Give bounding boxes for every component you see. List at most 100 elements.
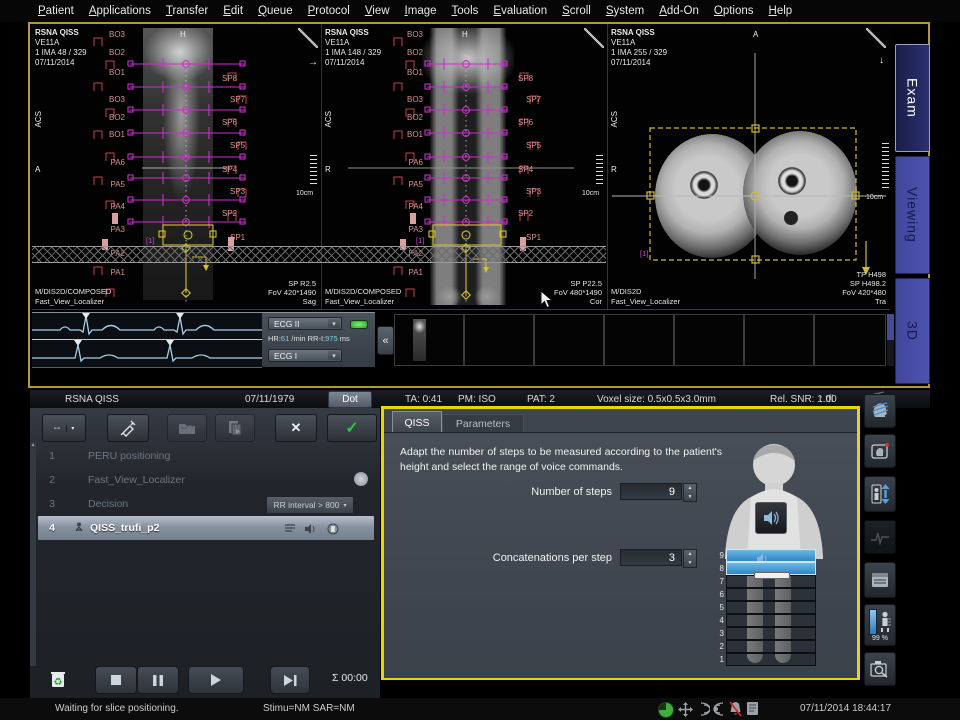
stop-button[interactable] [95,666,137,694]
ecg-lead-select-top[interactable]: ECG II▾ [268,317,342,330]
qiss-dialog: QISS Parameters Adapt the number of step… [381,406,860,680]
dropdown-arrow-icon[interactable]: ▾ [328,351,340,360]
step-row-9[interactable] [726,549,816,562]
menu-transfer[interactable]: Transfer [166,5,208,17]
table-position-button[interactable] [864,476,896,512]
series-thumbnail[interactable] [604,314,674,366]
copy-reference-icon[interactable] [326,523,340,535]
series-thumbnail[interactable] [744,314,814,366]
queue-row-3[interactable]: 3Decision RR interval > 800▾ [38,492,374,516]
dropdown-arrow-icon[interactable]: ▾ [66,425,74,432]
step-row-5[interactable] [726,601,816,614]
pan-right-arrow-icon[interactable]: → [308,57,318,68]
series-thumbnail[interactable] [464,314,534,366]
menu-options[interactable]: Options [714,5,754,17]
step-row-4[interactable] [726,614,816,627]
list-properties-icon[interactable] [284,524,296,534]
concatenations-value[interactable]: 3 [620,549,682,566]
disk-usage-icon [658,702,674,718]
play-button[interactable] [188,666,244,694]
step-ladder[interactable]: 9 8 7 6 5 4 3 2 1 [726,549,816,667]
ecg-waveform-lead1 [32,340,262,366]
number-of-steps-label: Number of steps [442,486,612,498]
corner-fold-icon[interactable] [298,28,318,48]
autoalign-head-button[interactable] [864,394,896,428]
series-thumbnail[interactable] [674,314,744,366]
menu-view[interactable]: View [365,5,390,17]
queue-row-2[interactable]: 2Fast_View_Localizer [38,468,374,492]
scale-ruler [310,155,317,187]
tab-viewing[interactable]: Viewing [895,156,930,274]
vp3-date: 07/11/2014 [611,58,650,67]
concatenations-stepper[interactable]: ▲▼ [683,549,697,568]
vp2-software: VE11A [325,38,349,47]
physio-display-button[interactable] [864,520,896,554]
dropdown-arrow-icon[interactable]: ▾ [343,502,346,509]
queue-row-4-selected[interactable]: 4 QISS_trufi_p2 [38,516,374,540]
more-options-button[interactable]: -- ▾ [42,414,86,442]
thumbnail-scrollbar[interactable] [887,314,894,366]
dropdown-arrow-icon[interactable]: ▾ [328,319,340,328]
vp3-scale-label: 10cm [866,193,883,203]
menu-scroll[interactable]: Scroll [562,5,591,17]
menu-help[interactable]: Help [769,5,793,17]
step-range-handle[interactable] [754,572,790,579]
menu-protocol[interactable]: Protocol [308,5,350,17]
tab-qiss[interactable]: QISS [392,411,442,433]
dot-button[interactable]: Dot [328,391,372,408]
voice-command-button[interactable] [755,502,787,534]
contrast-injection-button[interactable] [107,414,149,442]
menu-addon[interactable]: Add-On [659,5,699,17]
viewport-sagittal[interactable]: RSNA QISS VE11A 1 IMA 48 / 329 07/11/201… [32,25,320,308]
rr-interval-dropdown[interactable]: RR interval > 800▾ [266,496,354,514]
queue-row-1[interactable]: 1PERU positioning [38,444,374,468]
menu-system[interactable]: System [606,5,644,17]
step-row-6[interactable] [726,588,816,601]
menu-edit[interactable]: Edit [223,5,243,17]
collapse-strip-button[interactable]: « [377,326,394,355]
series-thumbnail[interactable] [534,314,604,366]
sar-monitor-button[interactable]: 99 % [864,604,896,646]
patient-name: RSNA QISS [65,394,119,405]
ecg-lead-select-bottom[interactable]: ECG I▾ [268,349,342,362]
stimulation-status: Stimu=NM SAR=NM [263,703,355,714]
open-protocol-button[interactable] [167,414,207,442]
voice-out-icon [698,701,710,717]
viewport-coronal[interactable]: RSNA QISS VE11A 1 IMA 148 / 329 07/11/20… [322,25,606,308]
menu-tools[interactable]: Tools [452,5,479,17]
tab-parameters[interactable]: Parameters [442,414,524,433]
sequence-running-icon [74,522,84,534]
vp3-patient: RSNA QISS [611,28,655,37]
menu-applications[interactable]: Applications [89,5,151,17]
step-row-2[interactable] [726,640,816,653]
tab-exam[interactable]: Exam [895,44,930,152]
viewport-axial[interactable]: RSNA QISS VE11A 1 IMA 255 / 329 07/11/20… [608,25,890,308]
number-of-steps-stepper[interactable]: ▲▼ [683,483,697,502]
menu-patient[interactable]: Patient [38,5,74,17]
voice-speaker-icon[interactable] [304,524,316,534]
confirm-button[interactable]: ✓ [327,414,377,442]
step-row-3[interactable] [726,627,816,640]
corner-fold-icon[interactable] [584,28,604,48]
menu-evaluation[interactable]: Evaluation [493,5,547,17]
step-row-1[interactable] [726,653,816,666]
pause-button[interactable] [137,666,179,694]
cancel-button[interactable]: ✕ [275,414,317,442]
skip-button[interactable] [270,666,310,694]
queue-scrollbar[interactable]: ▲ [30,442,36,666]
pan-down-arrow-icon[interactable]: ↓ [879,55,884,66]
report-icon [870,571,890,589]
voice-in-icon [712,701,726,717]
menu-image[interactable]: Image [405,5,437,17]
menu-queue[interactable]: Queue [258,5,293,17]
copy-protocol-button[interactable] [215,414,255,442]
head-coil-button[interactable] [864,434,896,468]
delete-measurement-button[interactable]: ♻ [46,666,70,692]
tab-3d[interactable]: 3D [895,278,930,384]
number-of-steps-value[interactable]: 9 [620,483,682,500]
corner-fold-icon[interactable] [866,28,886,48]
series-thumbnail[interactable] [394,314,464,366]
image-preview-button[interactable] [864,652,896,686]
series-thumbnail[interactable] [814,314,886,366]
exam-report-button[interactable] [864,562,896,598]
